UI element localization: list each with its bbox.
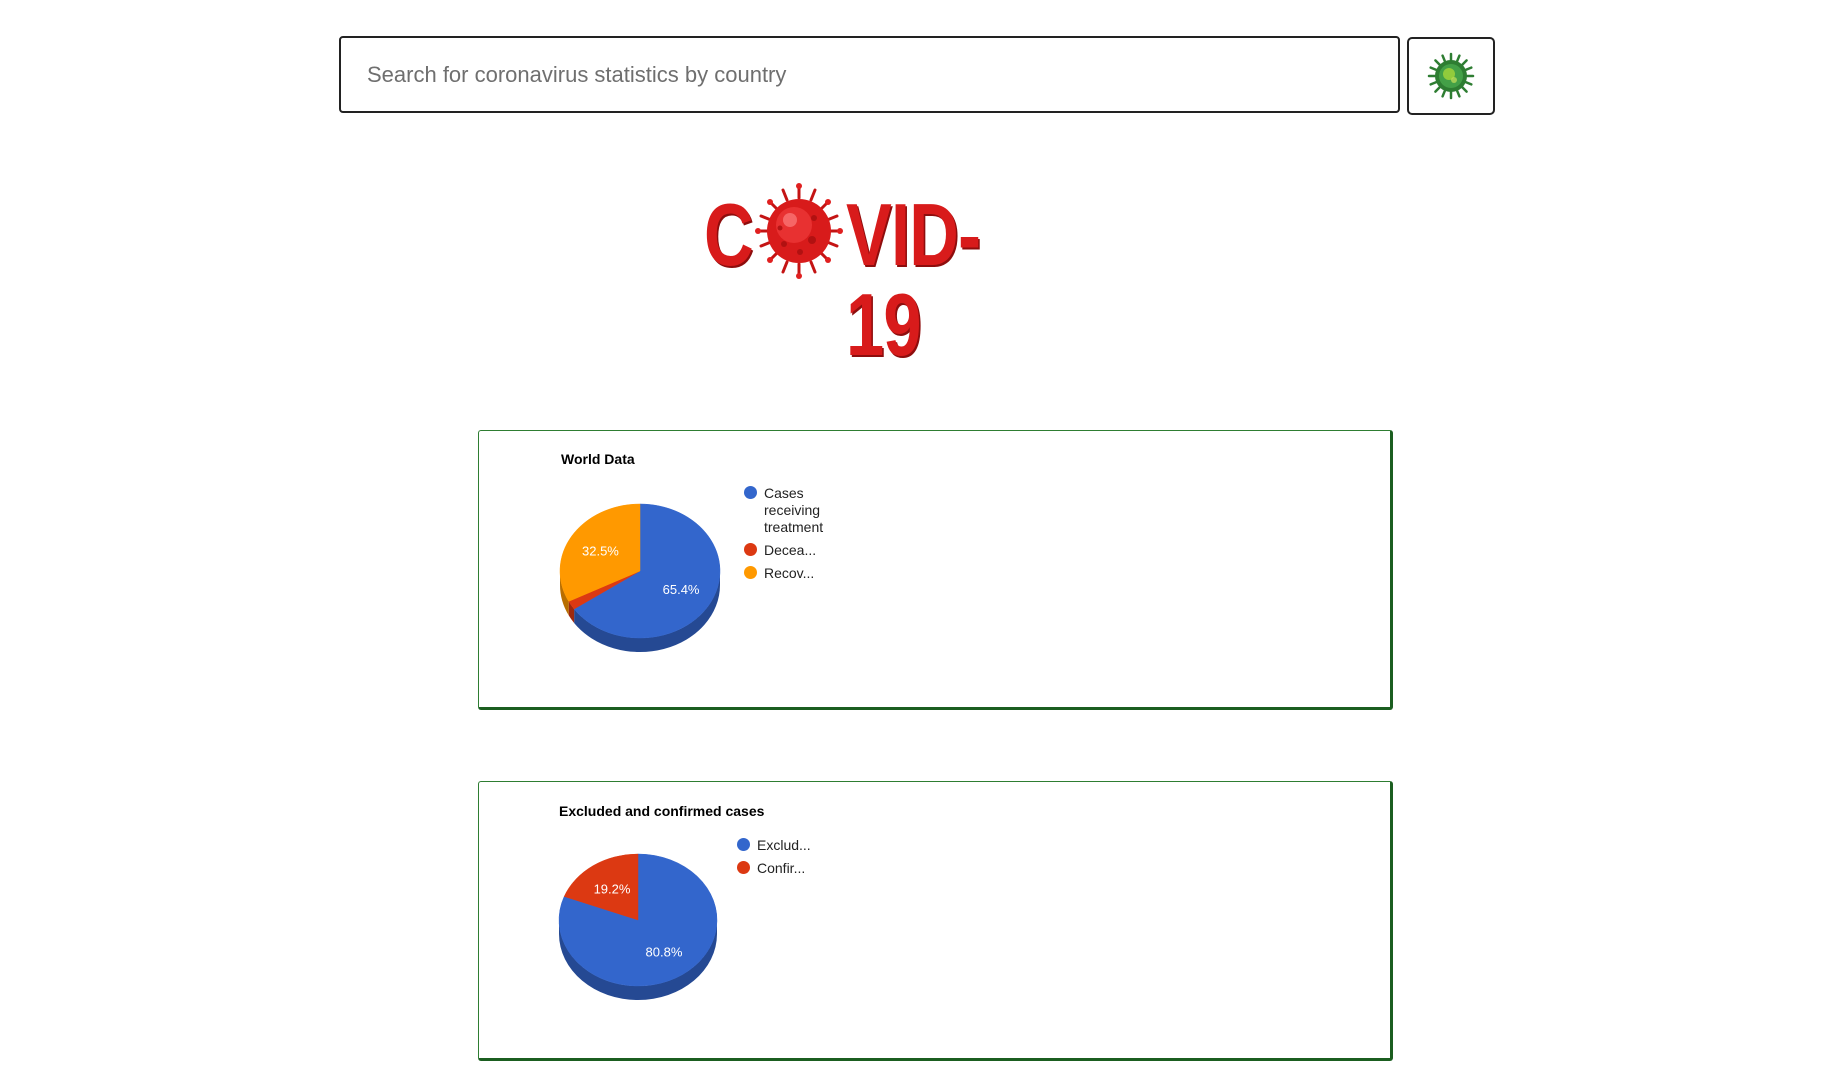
legend-marker: [744, 486, 757, 499]
logo-text-c: C: [704, 185, 754, 284]
world-data-pie-chart: 65.4% 32.5%: [559, 503, 721, 652]
legend-label: Exclud...: [757, 837, 811, 853]
logo-text-vid-19: VID-19: [846, 185, 981, 374]
excluded-confirmed-pie-chart: 80.8% 19.2%: [558, 853, 718, 1000]
legend-item[interactable]: Confir...: [737, 860, 819, 877]
chart-legend: Cases receiving treatment Decea... Recov…: [744, 485, 826, 588]
legend-item[interactable]: Recov...: [744, 565, 826, 582]
excluded-confirmed-chart-panel: Excluded and confirmed cases 80.8% 19.2% …: [478, 781, 1393, 1061]
legend-marker: [737, 861, 750, 874]
search-input[interactable]: [339, 36, 1400, 113]
legend-marker: [744, 566, 757, 579]
covid-19-logo: C VID-19: [700, 178, 1100, 370]
world-data-chart-panel: World Data 65.4% 32.5% Cases receiving tr…: [478, 430, 1393, 710]
legend-item[interactable]: Cases receiving treatment: [744, 485, 826, 536]
legend-label: Confir...: [757, 860, 806, 876]
pie-slice-value-label: 19.2%: [594, 881, 631, 896]
legend-item[interactable]: Decea...: [744, 542, 826, 559]
virus-icon: [755, 183, 843, 279]
pie-slice-value-label: 32.5%: [582, 544, 619, 559]
legend-label: Recov...: [764, 565, 815, 581]
pie-slice-value-label: 65.4%: [663, 582, 700, 597]
legend-marker: [744, 543, 757, 556]
legend-label: Cases receiving treatment: [764, 485, 824, 535]
search-bar: [339, 36, 1496, 116]
pie-slice-value-label: 80.8%: [646, 945, 683, 960]
chart-legend: Exclud... Confir...: [737, 837, 819, 883]
legend-marker: [737, 838, 750, 851]
search-button[interactable]: [1407, 37, 1495, 115]
legend-item[interactable]: Exclud...: [737, 837, 819, 854]
legend-label: Decea...: [764, 542, 817, 558]
virus-icon: [1427, 52, 1475, 100]
